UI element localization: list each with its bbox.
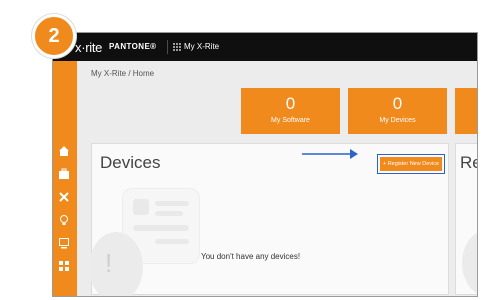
side-card-title: Re xyxy=(460,153,477,172)
annotation-arrow-icon xyxy=(302,149,358,159)
browser-frame: x·rite PANTONE® My X-Rite My X-Rite / Ho… xyxy=(52,32,478,297)
empty-devices-message: You don't have any devices! xyxy=(201,252,301,261)
devices-title: Devices xyxy=(100,153,161,172)
app-grid-icon[interactable] xyxy=(173,43,181,51)
register-new-device-button[interactable]: + Register New Device xyxy=(380,157,442,171)
home-icon[interactable] xyxy=(57,145,71,159)
breadcrumb[interactable]: My X-Rite / Home xyxy=(91,69,154,78)
sidebar xyxy=(53,61,77,296)
tools-icon[interactable] xyxy=(57,191,71,205)
pantone-logo: PANTONE® xyxy=(109,42,157,51)
my-devices-tile[interactable]: 0 My Devices xyxy=(348,88,447,134)
briefcase-icon[interactable] xyxy=(57,168,71,182)
my-software-tile[interactable]: 0 My Software xyxy=(241,88,340,134)
top-navbar: x·rite PANTONE® My X-Rite xyxy=(53,33,477,61)
main-content: My X-Rite / Home 0 My Software 0 My Devi… xyxy=(77,61,477,296)
devices-count: 0 xyxy=(392,94,403,113)
exclamation-bubble-icon: ! xyxy=(89,232,143,296)
side-bubble-icon xyxy=(462,230,477,296)
apps-icon[interactable] xyxy=(57,260,71,274)
lightbulb-icon[interactable] xyxy=(57,214,71,228)
devices-label: My Devices xyxy=(379,117,416,124)
partial-tile[interactable] xyxy=(455,88,477,134)
side-card: Re xyxy=(455,143,477,296)
register-device-highlight: + Register New Device xyxy=(377,154,445,174)
app-switcher-label[interactable]: My X-Rite xyxy=(184,42,219,51)
navbar-divider xyxy=(167,40,168,54)
monitor-icon[interactable] xyxy=(57,237,71,251)
devices-card: Devices + Register New Device ! You don'… xyxy=(89,143,449,296)
software-count: 0 xyxy=(285,94,296,113)
software-label: My Software xyxy=(271,117,310,124)
xrite-logo[interactable]: x·rite xyxy=(75,40,102,55)
step-number-badge: 2 xyxy=(32,14,76,58)
